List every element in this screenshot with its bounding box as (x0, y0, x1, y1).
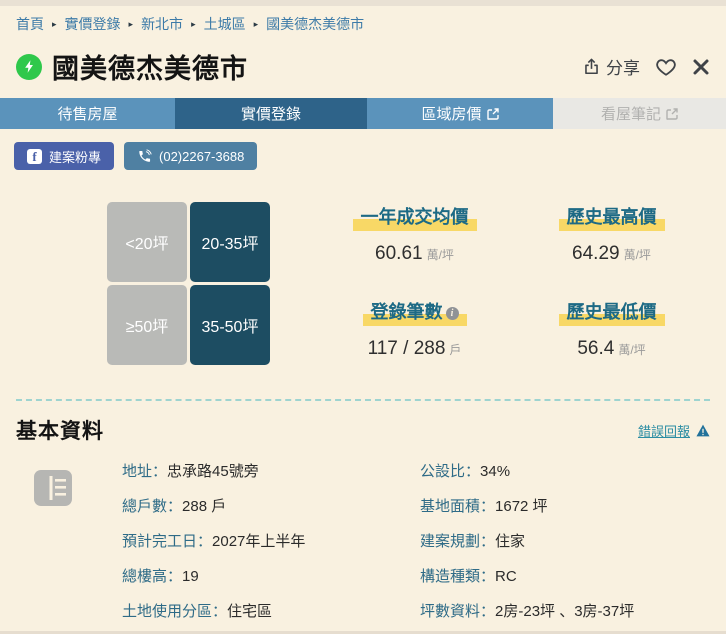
warning-icon (696, 424, 710, 437)
field-地址: 地址：忠承路45號旁 (122, 461, 420, 483)
share-button[interactable]: 分享 (582, 54, 640, 79)
tab-區域房價[interactable]: 區域房價 (367, 98, 553, 129)
breadcrumb: 首頁 ▸ 實價登錄 ▸ 新北市 ▸ 土城區 ▸ 國美德杰美德市 (0, 6, 726, 38)
field-label: 總戶數： (122, 498, 182, 515)
stat-block: 歷史最低價 56.4 萬/坪 (513, 298, 710, 365)
field-坪數資料: 坪數資料：2房-23坪 、3房-37坪 (420, 601, 634, 623)
field-label: 建案規劃： (420, 533, 495, 550)
breadcrumb-separator: ▸ (254, 20, 259, 29)
stat-unit: 萬/坪 (618, 343, 645, 357)
field-label: 預計完工日： (122, 533, 212, 550)
breadcrumb-item[interactable]: 首頁 (16, 14, 44, 34)
field-label: 土地使用分區： (122, 603, 227, 620)
tab-label: 實價登錄 (241, 103, 301, 124)
close-icon[interactable] (692, 58, 710, 76)
stat-block: 登錄筆數i 117 / 288戶 (316, 298, 513, 365)
phone-icon (137, 149, 152, 164)
breadcrumb-item[interactable]: 實價登錄 (65, 14, 121, 34)
stat-block: 歷史最高價 64.29 萬/坪 (513, 203, 710, 270)
stat-unit: 萬/坪 (624, 248, 651, 262)
stat-block: 一年成交均價 60.61 萬/坪 (316, 203, 513, 270)
tab-label: 區域房價 (421, 103, 481, 124)
breadcrumb-separator: ▸ (52, 20, 57, 29)
external-link-icon (666, 108, 678, 120)
field-構造種類: 構造種類：RC (420, 566, 634, 588)
field-value: 住宅區 (227, 603, 272, 620)
field-value: RC (495, 568, 517, 585)
tab-待售房屋[interactable]: 待售房屋 (0, 98, 175, 129)
breadcrumb-item[interactable]: 土城區 (204, 14, 246, 34)
fan-page-label: 建案粉專 (49, 147, 101, 166)
field-value: 34% (480, 463, 510, 480)
breadcrumb-separator: ▸ (191, 20, 196, 29)
favorite-heart-icon[interactable] (655, 57, 677, 77)
header-actions: 分享 (582, 54, 710, 79)
stat-value: 56.4 (577, 338, 614, 359)
breadcrumb-separator: ▸ (129, 20, 134, 29)
field-label: 構造種類： (420, 568, 495, 585)
field-label: 坪數資料： (420, 603, 495, 620)
size-segment[interactable]: ≥50坪 (107, 285, 187, 365)
building-doc-icon (33, 467, 73, 623)
facebook-icon: f (27, 149, 42, 164)
field-value: 1672 坪 (495, 498, 548, 515)
phone-button[interactable]: (02)2267-3688 (124, 142, 257, 170)
field-label: 地址： (122, 463, 167, 480)
basic-info-body: 地址：忠承路45號旁公設比：34%總戶數：288 戶基地面積：1672 坪預計完… (0, 455, 726, 623)
header: 國美德杰美德市 分享 (0, 38, 726, 98)
field-預計完工日: 預計完工日：2027年上半年 (122, 531, 420, 553)
stat-value: 117 / 288 (368, 338, 446, 359)
tab-label: 待售房屋 (57, 103, 117, 124)
stat-title: 登錄筆數i (369, 298, 461, 324)
basic-info-header: 基本資料 錯誤回報 (0, 401, 726, 455)
stat-value: 64.29 (572, 243, 620, 264)
error-report-label: 錯誤回報 (638, 421, 690, 440)
field-label: 基地面積： (420, 498, 495, 515)
size-segment-grid: <20坪20-35坪≥50坪35-50坪 (107, 202, 270, 365)
fan-page-button[interactable]: f 建案粉專 (14, 142, 114, 170)
field-value: 2房-23坪 、3房-37坪 (495, 603, 634, 620)
field-總戶數: 總戶數：288 戶 (122, 496, 420, 518)
tab-bar: 待售房屋 實價登錄 區域房價 看屋筆記 (0, 98, 726, 129)
tab-label: 看屋筆記 (601, 103, 661, 124)
section-title: 基本資料 (16, 415, 104, 445)
breadcrumb-item[interactable]: 國美德杰美德市 (266, 14, 364, 34)
field-公設比: 公設比：34% (420, 461, 634, 483)
field-value: 忠承路45號旁 (167, 463, 259, 480)
breadcrumb-item[interactable]: 新北市 (141, 14, 183, 34)
error-report-link[interactable]: 錯誤回報 (638, 421, 710, 440)
field-label: 總樓高： (122, 568, 182, 585)
price-summary: <20坪20-35坪≥50坪35-50坪 一年成交均價60.61萬/坪歷史最高價… (0, 202, 726, 365)
stat-value: 60.61 (375, 243, 423, 264)
field-value: 住家 (495, 533, 525, 550)
field-土地使用分區: 土地使用分區：住宅區 (122, 601, 420, 623)
size-segment[interactable]: 20-35坪 (190, 202, 270, 282)
field-基地面積: 基地面積：1672 坪 (420, 496, 634, 518)
size-segment[interactable]: 35-50坪 (190, 285, 270, 365)
flash-icon (16, 54, 42, 80)
field-value: 288 戶 (182, 498, 226, 515)
share-icon (582, 57, 601, 76)
field-總樓高: 總樓高：19 (122, 566, 420, 588)
stat-title: 歷史最低價 (565, 298, 659, 324)
tab-實價登錄[interactable]: 實價登錄 (175, 98, 367, 129)
stat-title: 歷史最高價 (565, 203, 659, 229)
tab-看屋筆記: 看屋筆記 (553, 98, 726, 129)
stats-grid: 一年成交均價60.61萬/坪歷史最高價64.29萬/坪登錄筆數i117 / 28… (316, 203, 710, 365)
stat-unit: 戶 (449, 343, 461, 357)
share-label: 分享 (606, 54, 640, 79)
field-建案規劃: 建案規劃：住家 (420, 531, 634, 553)
field-value: 2027年上半年 (212, 533, 305, 550)
external-link-icon (487, 108, 499, 120)
fields-grid: 地址：忠承路45號旁公設比：34%總戶數：288 戶基地面積：1672 坪預計完… (122, 461, 634, 623)
size-segment[interactable]: <20坪 (107, 202, 187, 282)
info-icon[interactable]: i (446, 307, 459, 320)
page-title: 國美德杰美德市 (52, 47, 248, 86)
stat-unit: 萬/坪 (427, 248, 454, 262)
field-label: 公設比： (420, 463, 480, 480)
contact-actions: f 建案粉專 (02)2267-3688 (0, 129, 726, 170)
field-value: 19 (182, 568, 199, 585)
stat-title: 一年成交均價 (359, 203, 471, 229)
phone-label: (02)2267-3688 (159, 149, 244, 164)
